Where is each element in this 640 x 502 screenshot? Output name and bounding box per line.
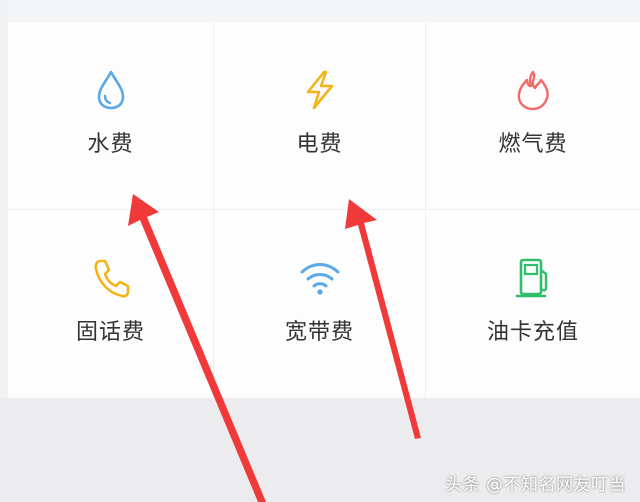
service-label-gas: 燃气费 <box>498 132 568 157</box>
service-label-broadband: 宽带费 <box>284 320 354 345</box>
watermark-text: 头条 @不知名网友叮当 <box>445 475 626 495</box>
service-label-electricity: 电费 <box>296 132 343 157</box>
lightning-bolt-icon <box>296 66 344 114</box>
service-label-fuel-card: 油卡充值 <box>486 320 579 345</box>
service-tile-landline[interactable]: 固话费 <box>8 210 214 398</box>
service-tile-broadband[interactable]: 宽带费 <box>214 210 426 398</box>
service-label-water: 水费 <box>87 132 134 157</box>
bill-payment-grid: 水费 电费 燃气费 固话费 宽带费 油卡充值 <box>8 22 640 398</box>
top-divider-strip <box>0 0 640 22</box>
service-tile-water[interactable]: 水费 <box>8 22 214 210</box>
service-tile-fuel-card[interactable]: 油卡充值 <box>426 210 640 398</box>
fuel-pump-icon <box>509 254 557 302</box>
service-tile-gas[interactable]: 燃气费 <box>426 22 640 210</box>
service-tile-electricity[interactable]: 电费 <box>214 22 426 210</box>
water-drop-icon <box>87 66 135 114</box>
flame-icon <box>509 66 557 114</box>
service-label-landline: 固话费 <box>75 320 145 345</box>
wifi-icon <box>296 254 344 302</box>
telephone-handset-icon <box>87 254 135 302</box>
